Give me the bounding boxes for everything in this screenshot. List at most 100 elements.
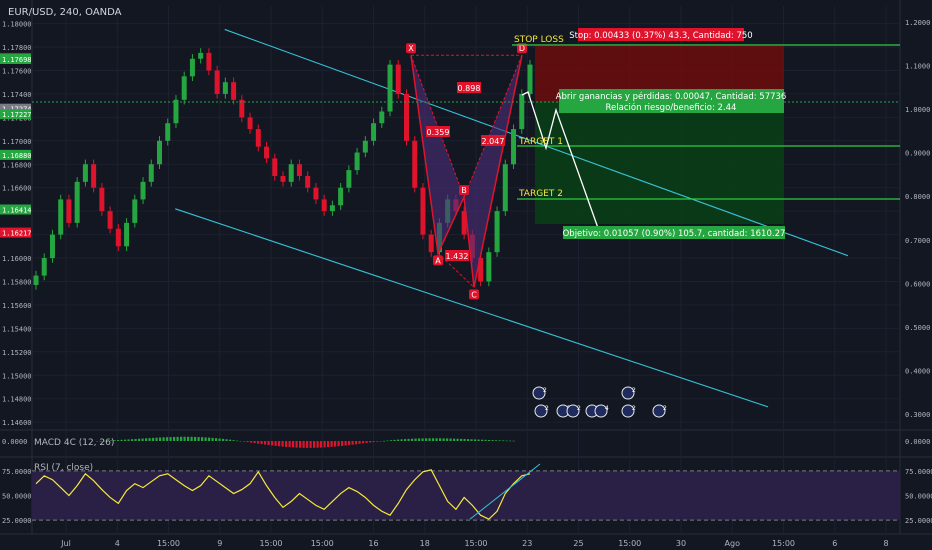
- event-count-label: 2: [632, 387, 636, 394]
- macd-bar: [449, 438, 452, 441]
- macd-bar: [379, 441, 382, 442]
- pattern-point-label: A: [435, 256, 441, 265]
- macd-bar: [334, 441, 337, 447]
- time-tick-label: 6: [832, 539, 837, 548]
- time-tick-label: Ago: [725, 539, 741, 548]
- macd-bar: [285, 441, 288, 447]
- candle-body: [420, 187, 426, 235]
- candle-body: [66, 199, 72, 223]
- macd-bar: [463, 439, 466, 441]
- time-tick-label: 15:00: [157, 539, 180, 548]
- candle-body: [387, 64, 393, 112]
- macd-bar: [390, 440, 393, 441]
- rsi-title: RSI (7, close): [34, 463, 93, 473]
- macd-bar: [127, 439, 130, 441]
- rsi-axis-right: 75.0000: [905, 468, 932, 476]
- macd-bar: [222, 438, 225, 441]
- candle-body: [486, 252, 492, 282]
- price-tick-label: 1.15000: [2, 372, 32, 380]
- time-tick-label: 16: [368, 539, 378, 548]
- candle-body: [362, 140, 368, 153]
- chart-canvas[interactable]: XABCD0.8980.3592.0471.432 222234222 0.00…: [0, 0, 932, 550]
- macd-bar: [302, 441, 305, 448]
- trade-zones: [535, 46, 784, 224]
- rsi-axis-left: 75.0000: [2, 468, 32, 476]
- macd-bar: [201, 437, 204, 441]
- candle-body: [189, 58, 195, 77]
- macd-bar: [190, 436, 193, 441]
- macd-bar: [215, 438, 218, 441]
- candle-body: [346, 170, 352, 188]
- macd-bar: [299, 441, 302, 448]
- candle-body: [140, 181, 146, 200]
- macd-bar: [218, 438, 221, 441]
- macd-bar: [383, 440, 386, 442]
- right-axis-label: 0.7000: [905, 237, 930, 245]
- candle-body: [404, 93, 409, 141]
- macd-bar: [453, 438, 456, 441]
- candle-body: [206, 52, 212, 71]
- macd-bar: [474, 439, 477, 441]
- macd-bar: [502, 440, 505, 442]
- macd-bar: [355, 441, 358, 445]
- macd-bar: [432, 438, 435, 441]
- price-badge-label: 1.16414: [2, 206, 32, 214]
- time-tick-label: 4: [115, 539, 120, 548]
- macd-bar: [187, 436, 190, 441]
- candle-body: [395, 64, 401, 94]
- macd-bar: [362, 441, 365, 444]
- macd-bar: [292, 441, 295, 448]
- candle-body: [338, 187, 344, 206]
- macd-bar: [337, 441, 340, 447]
- macd-bar: [176, 436, 179, 441]
- candle-body: [305, 175, 311, 188]
- macd-bar: [141, 438, 144, 441]
- macd-bar: [229, 439, 232, 441]
- macd-bar: [117, 440, 120, 441]
- macd-bar: [481, 439, 484, 441]
- rsi-pane: 75.0000 75.0000 50.0000 50.0000 25.0000 25.00…: [2, 463, 932, 525]
- macd-bar: [376, 441, 379, 442]
- candle-body: [198, 52, 204, 59]
- macd-bar: [341, 441, 344, 446]
- candle-body: [371, 123, 377, 141]
- candle-body: [412, 140, 418, 188]
- time-tick-label: 23: [522, 539, 532, 548]
- candle-body: [181, 76, 187, 100]
- macd-bar: [484, 439, 487, 441]
- macd-bar: [274, 441, 277, 446]
- macd-bar: [414, 438, 417, 441]
- event-count-label: 2: [663, 405, 667, 412]
- macd-bar: [194, 436, 197, 441]
- candle-body: [132, 199, 138, 223]
- candle-body: [313, 187, 319, 200]
- right-axis-label: 0.8000: [905, 193, 930, 201]
- open-pnl-text: Abrir ganancias y pérdidas: 0.00047, Can…: [556, 91, 787, 102]
- candle-body: [214, 70, 220, 94]
- macd-bar: [498, 440, 501, 441]
- pattern-ratio-label: 0.898: [458, 84, 481, 93]
- candle-body: [321, 199, 327, 212]
- price-badge-label: 1.16880: [2, 152, 32, 160]
- candle-body: [272, 158, 278, 176]
- macd-bar: [323, 441, 326, 448]
- macd-axis-right: 0.0000: [905, 438, 930, 446]
- macd-bar: [120, 439, 123, 441]
- macd-bar: [400, 439, 403, 441]
- stop-loss-label: STOP LOSS: [514, 35, 564, 45]
- candle-body: [428, 234, 434, 253]
- candle-body: [519, 93, 525, 130]
- macd-bar: [495, 440, 498, 441]
- price-tick-label: 1.17800: [2, 44, 32, 52]
- risk-reward-text: Relación riesgo/beneficio: 2.44: [606, 102, 737, 113]
- macd-bar: [267, 441, 270, 446]
- time-tick-label: 8: [883, 539, 888, 548]
- price-tick-label: 1.15800: [2, 278, 32, 286]
- macd-bar: [250, 441, 253, 443]
- candle-body: [354, 152, 360, 171]
- macd-bar: [425, 438, 428, 441]
- candle-body: [329, 205, 335, 212]
- macd-bar: [138, 438, 141, 441]
- candle-body: [502, 164, 508, 212]
- macd-bar: [197, 437, 200, 441]
